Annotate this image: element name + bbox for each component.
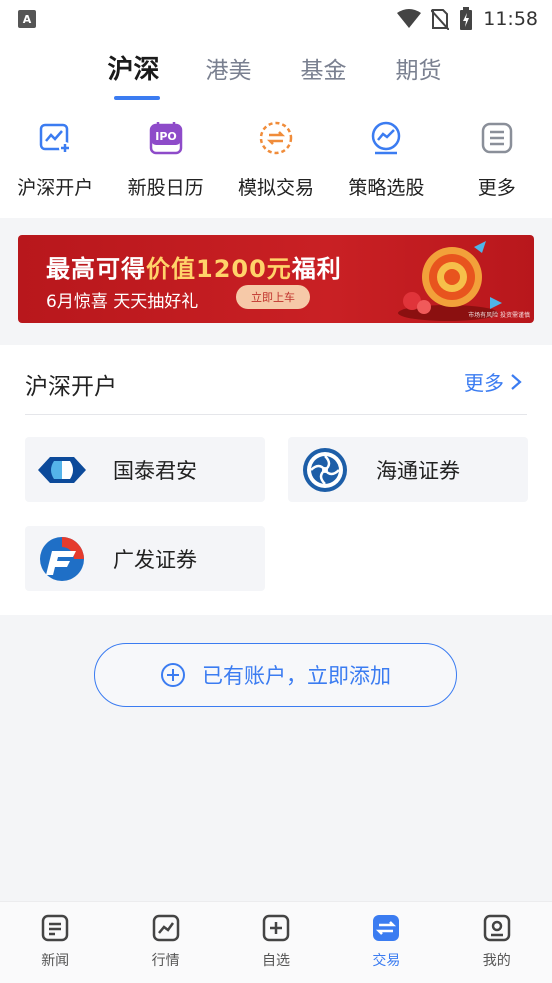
tab-jijin[interactable]: 基金 [276, 38, 371, 100]
quick-open-account-label: 沪深开户 [17, 177, 94, 199]
tab-hushen[interactable]: 沪深 [86, 38, 181, 100]
broker-name: 国泰君安 [113, 458, 197, 483]
menu-list-icon [481, 122, 512, 154]
notification-a-icon: A [18, 10, 36, 28]
banner-title: 最高可得价值1200元福利 [46, 249, 342, 284]
status-time: 11:58 [483, 8, 538, 30]
status-icons: 11:58 [397, 7, 538, 31]
quick-sim-trade-label: 模拟交易 [237, 177, 314, 199]
banner-title-highlight: 价值1200元 [146, 255, 292, 283]
banner-title-suffix: 福利 [291, 255, 342, 283]
quick-strategy-pick-label: 策略选股 [348, 177, 425, 199]
battery-charging-icon [460, 7, 473, 30]
quick-actions: 沪深开户 IPO 新股日历 模拟交易 策略选股 更多 [0, 100, 552, 218]
add-existing-account-button[interactable]: 已有账户，立即添加 [94, 643, 457, 707]
banner-disclaimer: 市场有风险 投资需谨慎 [468, 312, 530, 319]
nav-market-label: 行情 [151, 953, 180, 969]
nav-market[interactable]: 行情 [110, 902, 220, 983]
quick-ipo-calendar[interactable]: IPO 新股日历 [110, 100, 220, 218]
broker-guangfa[interactable]: 广发证券 [25, 526, 265, 591]
market-tabs: 沪深 港美 基金 期货 [0, 38, 552, 100]
banner-title-prefix: 最高可得 [46, 255, 146, 283]
status-bar: A 11:58 [0, 0, 552, 38]
quick-sim-trade[interactable]: 模拟交易 [221, 100, 331, 218]
add-square-icon [262, 914, 290, 942]
tab-gangmei[interactable]: 港美 [181, 38, 276, 100]
more-link-label: 更多 [464, 371, 504, 395]
nav-watchlist[interactable]: 自选 [221, 902, 331, 983]
nav-news[interactable]: 新闻 [0, 902, 110, 983]
plus-circle-icon [161, 663, 185, 687]
nav-trade-label: 交易 [372, 953, 401, 969]
chart-plus-icon [39, 123, 72, 154]
haitong-logo [300, 445, 350, 495]
promo-banner[interactable]: 最高可得价值1200元福利 6月惊喜 天天抽好礼 立即上车 市场有风险 投资需谨… [18, 235, 534, 323]
add-existing-account-label: 已有账户，立即添加 [202, 664, 391, 688]
nav-profile-label: 我的 [482, 953, 511, 969]
broker-name: 广发证券 [113, 547, 197, 572]
guangfa-logo [37, 534, 87, 584]
prize-wheel-icon [398, 241, 502, 321]
wifi-icon [397, 9, 422, 28]
quick-ipo-calendar-label: 新股日历 [127, 177, 204, 199]
broker-haitong[interactable]: 海通证券 [288, 437, 528, 502]
broker-guotai-junan[interactable]: 国泰君安 [25, 437, 265, 502]
tab-qihuo[interactable]: 期货 [371, 38, 466, 100]
nav-news-label: 新闻 [41, 953, 70, 969]
broker-name: 海通证券 [376, 458, 460, 483]
guotai-junan-logo [37, 445, 87, 495]
no-sim-icon [431, 9, 450, 30]
strategy-chart-icon [372, 121, 401, 155]
market-chart-icon [152, 914, 179, 942]
ipo-calendar-icon: IPO [149, 122, 182, 155]
trade-exchange-icon [373, 915, 400, 941]
chevron-right-icon [511, 373, 522, 390]
banner-cta-button[interactable]: 立即上车 [236, 285, 310, 309]
quick-open-account[interactable]: 沪深开户 [0, 100, 110, 218]
section-divider [25, 414, 527, 415]
quick-strategy-pick[interactable]: 策略选股 [331, 100, 441, 218]
quick-more[interactable]: 更多 [442, 100, 552, 218]
banner-subtitle: 6月惊喜 天天抽好礼 [46, 292, 199, 312]
nav-watchlist-label: 自选 [261, 953, 290, 969]
news-icon [41, 914, 69, 942]
bottom-nav: 新闻 行情 自选 交易 我的 [0, 901, 552, 983]
exchange-arrows-icon [259, 121, 293, 155]
nav-trade[interactable]: 交易 [331, 902, 441, 983]
section-title: 沪深开户 [25, 374, 117, 400]
svg-text:IPO: IPO [155, 130, 177, 143]
quick-more-label: 更多 [477, 177, 516, 199]
nav-profile[interactable]: 我的 [442, 902, 552, 983]
more-link[interactable]: 更多 [464, 367, 522, 396]
account-opening-section: 沪深开户 更多 国泰君安 海通证券 广发证券 [0, 345, 552, 615]
profile-icon [483, 914, 510, 942]
